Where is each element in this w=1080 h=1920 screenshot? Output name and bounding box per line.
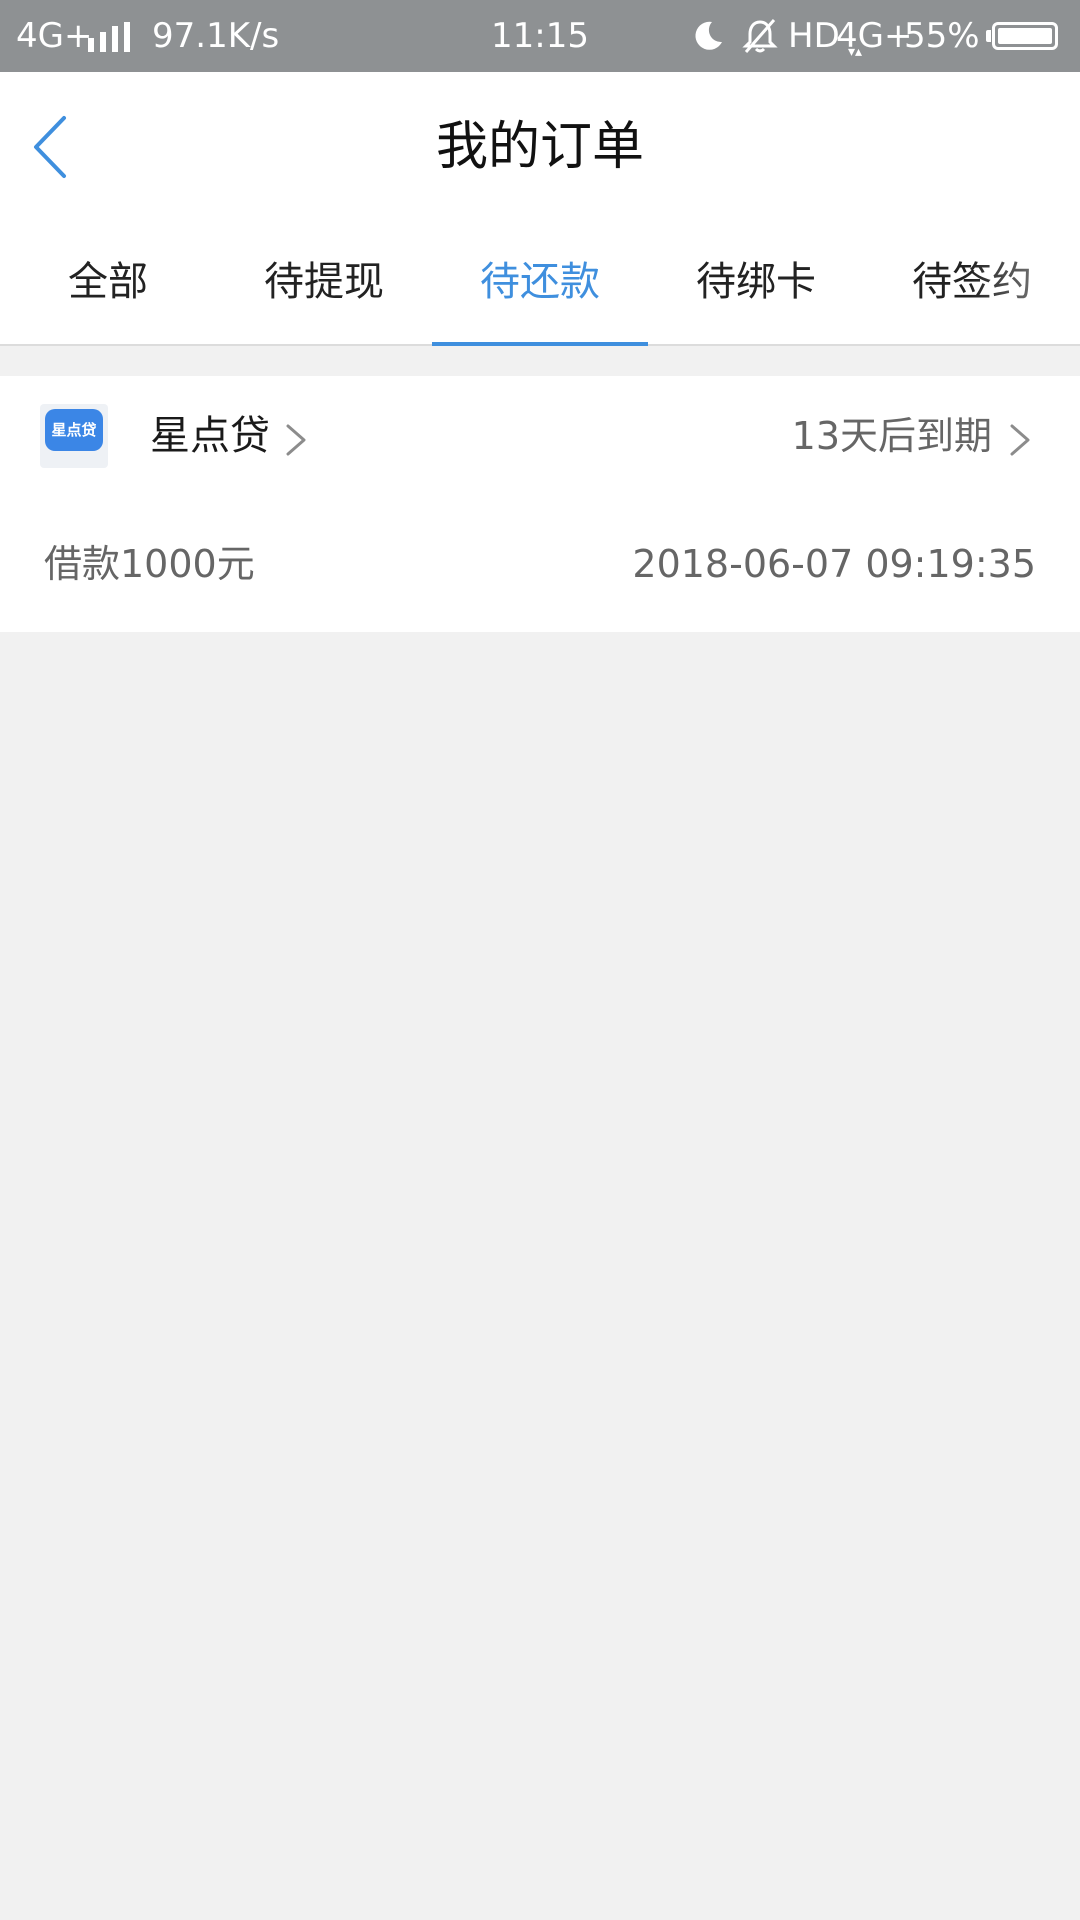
order-tabs: 全部 待提现 待还款 待绑卡 待签约 bbox=[0, 222, 1080, 346]
battery-tip bbox=[986, 30, 991, 42]
lender-logo: 星点贷 bbox=[40, 404, 108, 468]
bell-off-icon bbox=[742, 19, 778, 53]
order-datetime: 2018-06-07 09:19:35 bbox=[632, 542, 1036, 586]
network-type-secondary: 4G+ bbox=[836, 16, 913, 56]
tab-pending-repayment[interactable]: 待还款 bbox=[432, 222, 648, 344]
lender-name[interactable]: 星点贷 bbox=[150, 406, 270, 466]
status-bar: 4G+ 97.1K/s 11:15 HD 4G+ ▾▴ 55% bbox=[0, 0, 1080, 72]
app-header: 我的订单 bbox=[0, 72, 1080, 222]
tab-pending-signing[interactable]: 待签约 bbox=[864, 222, 1080, 344]
tab-all[interactable]: 全部 bbox=[0, 222, 216, 344]
tab-pending-card-binding[interactable]: 待绑卡 bbox=[648, 222, 864, 344]
moon-icon bbox=[695, 21, 722, 50]
loan-amount: 借款1000元 bbox=[44, 542, 255, 586]
page-title: 我的订单 bbox=[435, 117, 644, 177]
due-status[interactable]: 13天后到期 bbox=[792, 406, 992, 466]
chevron-left-icon bbox=[34, 116, 66, 178]
battery-icon bbox=[992, 22, 1058, 50]
tab-pending-withdrawal[interactable]: 待提现 bbox=[216, 222, 432, 344]
active-tab-indicator bbox=[432, 342, 648, 346]
chevron-right-icon[interactable] bbox=[284, 420, 308, 460]
chevron-right-icon[interactable] bbox=[1008, 420, 1032, 460]
battery-percent: 55% bbox=[904, 16, 980, 56]
lender-logo-text: 星点贷 bbox=[45, 409, 103, 451]
order-card[interactable]: 星点贷 星点贷 13天后到期 借款1000元 2018-06-07 09:19:… bbox=[0, 376, 1080, 632]
battery-fill bbox=[998, 28, 1052, 44]
hd-indicator: HD bbox=[788, 16, 840, 56]
data-arrows-icon: ▾▴ bbox=[848, 44, 863, 60]
back-button[interactable] bbox=[28, 112, 92, 182]
